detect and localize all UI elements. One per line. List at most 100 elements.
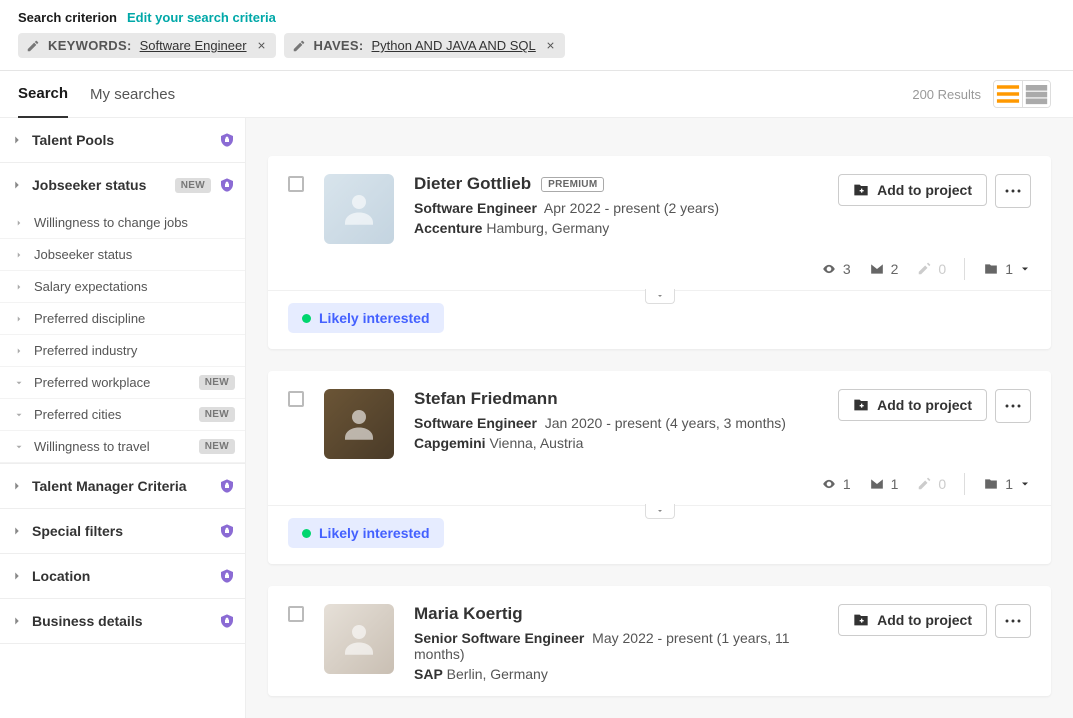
select-checkbox[interactable] (288, 391, 304, 407)
select-checkbox[interactable] (288, 606, 304, 622)
expand-card-button[interactable] (645, 289, 675, 304)
more-horizontal-icon (1005, 404, 1021, 408)
chip-remove[interactable] (544, 39, 557, 52)
view-list-button[interactable] (994, 81, 1022, 107)
chevron-right-icon (14, 250, 24, 260)
sub-label: Preferred workplace (34, 375, 193, 390)
chip-key: KEYWORDS: (48, 38, 132, 53)
chip-keywords[interactable]: KEYWORDS: Software Engineer (18, 33, 276, 58)
chevron-down-icon (655, 507, 665, 515)
view-toggle (993, 80, 1051, 108)
filter-sub-item[interactable]: Willingness to change jobs (0, 207, 245, 239)
lock-icon (219, 176, 235, 194)
sub-label: Jobseeker status (34, 247, 235, 262)
sub-label: Preferred cities (34, 407, 193, 422)
tab-search[interactable]: Search (18, 71, 68, 118)
folder-plus-icon (853, 397, 869, 413)
filter-title: Jobseeker status (32, 177, 169, 193)
filter-title: Talent Manager Criteria (32, 478, 211, 494)
filter-sub-item[interactable]: Preferred discipline (0, 303, 245, 335)
candidate-name[interactable]: Maria Koertig (414, 604, 523, 624)
chevron-right-icon (14, 282, 24, 292)
add-to-project-button[interactable]: Add to project (838, 604, 987, 636)
results-count: 200 Results (912, 87, 981, 102)
chip-remove[interactable] (255, 39, 268, 52)
view-compact-button[interactable] (1022, 81, 1050, 107)
chevron-down-icon (14, 442, 24, 452)
candidate-card: Stefan Friedmann Software Engineer Jan 2… (268, 371, 1051, 564)
chevron-right-icon (10, 614, 24, 628)
lock-icon (219, 131, 235, 149)
avatar[interactable] (324, 604, 394, 674)
more-button[interactable] (995, 604, 1031, 638)
avatar[interactable] (324, 174, 394, 244)
mail-icon (869, 262, 885, 276)
chevron-right-icon (14, 314, 24, 324)
filter-talent-pools[interactable]: Talent Pools (0, 118, 245, 162)
sub-label: Preferred discipline (34, 311, 235, 326)
folder-plus-icon (853, 182, 869, 198)
criterion-label: Search criterion (18, 10, 117, 25)
lock-icon (219, 522, 235, 540)
add-to-project-button[interactable]: Add to project (838, 389, 987, 421)
results-pane: Dieter Gottlieb PREMIUM Software Enginee… (246, 118, 1073, 718)
filter-location[interactable]: Location (0, 554, 245, 598)
divider (964, 258, 965, 280)
status-dot (302, 314, 311, 323)
chip-key: HAVES: (314, 38, 364, 53)
notes-stat: 0 (916, 476, 946, 492)
folders-toggle[interactable]: 1 (983, 261, 1031, 277)
filter-sub-item[interactable]: Willingness to travel NEW (0, 431, 245, 463)
chevron-down-icon (1019, 263, 1031, 275)
sub-label: Salary expectations (34, 279, 235, 294)
sub-label: Preferred industry (34, 343, 235, 358)
company-row: SAP Berlin, Germany (414, 666, 838, 682)
filter-sub-item[interactable]: Jobseeker status (0, 239, 245, 271)
pencil-icon (292, 39, 306, 53)
messages-stat: 2 (869, 261, 899, 277)
job-title-row: Senior Software Engineer May 2022 - pres… (414, 630, 838, 662)
chevron-down-icon (1019, 478, 1031, 490)
more-button[interactable] (995, 174, 1031, 208)
eye-icon (821, 477, 837, 491)
filter-jobseeker-status[interactable]: Jobseeker status NEW (0, 163, 245, 207)
more-horizontal-icon (1005, 189, 1021, 193)
filter-sidebar: Talent Pools Jobseeker status NEW Willin… (0, 118, 246, 718)
folder-icon (983, 262, 999, 276)
stats-row: 1 1 0 1 (268, 473, 1051, 505)
add-to-project-button[interactable]: Add to project (838, 174, 987, 206)
new-badge: NEW (199, 439, 235, 454)
filter-sub-item[interactable]: Salary expectations (0, 271, 245, 303)
select-checkbox[interactable] (288, 176, 304, 192)
edit-search-link[interactable]: Edit your search criteria (127, 10, 276, 25)
filter-talent-manager[interactable]: Talent Manager Criteria (0, 464, 245, 508)
filter-business-details[interactable]: Business details (0, 599, 245, 643)
chip-value: Python AND JAVA AND SQL (372, 38, 536, 53)
company-row: Accenture Hamburg, Germany (414, 220, 838, 236)
chevron-right-icon (10, 133, 24, 147)
job-title-row: Software Engineer Jan 2020 - present (4 … (414, 415, 838, 431)
premium-badge: PREMIUM (541, 177, 604, 192)
candidate-name[interactable]: Stefan Friedmann (414, 389, 558, 409)
expand-card-button[interactable] (645, 504, 675, 519)
new-badge: NEW (199, 407, 235, 422)
edit-icon (916, 262, 932, 276)
avatar[interactable] (324, 389, 394, 459)
more-button[interactable] (995, 389, 1031, 423)
chevron-right-icon (10, 569, 24, 583)
lock-icon (219, 612, 235, 630)
filter-sub-item[interactable]: Preferred industry (0, 335, 245, 367)
filter-sub-item[interactable]: Preferred cities NEW (0, 399, 245, 431)
chevron-down-icon (655, 292, 665, 300)
folder-plus-icon (853, 612, 869, 628)
filter-sub-item[interactable]: Preferred workplace NEW (0, 367, 245, 399)
edit-icon (916, 477, 932, 491)
candidate-name[interactable]: Dieter Gottlieb (414, 174, 531, 194)
chip-haves[interactable]: HAVES: Python AND JAVA AND SQL (284, 33, 565, 58)
messages-stat: 1 (869, 476, 899, 492)
filter-special[interactable]: Special filters (0, 509, 245, 553)
status-dot (302, 529, 311, 538)
tab-my-searches[interactable]: My searches (90, 72, 175, 117)
folders-toggle[interactable]: 1 (983, 476, 1031, 492)
views-stat: 3 (821, 261, 851, 277)
